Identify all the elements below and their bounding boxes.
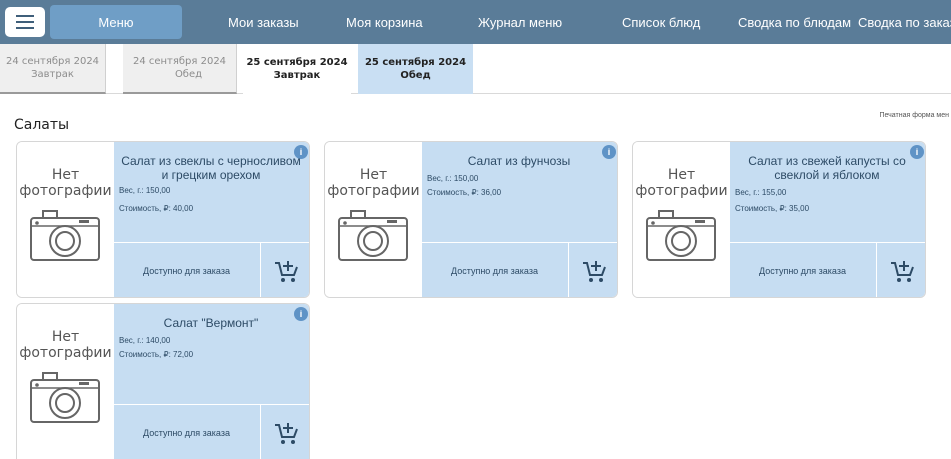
camera-icon [30,210,100,261]
hamburger-icon-line [16,27,34,29]
dish-price: Стоимость, ₽: 35,00 [735,204,810,213]
add-to-cart-button[interactable] [876,243,925,297]
add-to-cart-icon [275,423,298,444]
dish-card: Нет фотографии i Салат "Вермонт" Вес, г.… [16,303,310,459]
dish-photo-placeholder: Нет фотографии [17,142,114,297]
dish-name: Салат из свеклы с черносливом и грецким … [121,154,301,182]
no-photo-text: Нет фотографии [17,167,114,199]
dish-info: i Салат "Вермонт" Вес, г.: 140,00 Стоимо… [114,304,309,404]
camera-icon [646,210,716,261]
dish-footer: Доступно для заказа [422,243,617,297]
tab-date: 25 сентября 2024 [364,57,467,68]
dish-photo-placeholder: Нет фотографии [17,304,114,459]
tab-meal: Обед [400,70,431,81]
nav-item-dish-list[interactable]: Список блюд [622,0,700,44]
availability-status: Доступно для заказа [143,266,230,276]
dish-name: Салат "Вермонт" [163,316,259,330]
add-to-cart-icon [275,261,298,282]
dish-info: i Салат из свеклы с черносливом и грецки… [114,142,309,242]
tab-meal: Обед [174,69,203,80]
camera-icon [30,372,100,423]
tab-meal: Завтрак [31,69,74,80]
add-to-cart-button[interactable] [260,405,309,459]
add-to-cart-icon [583,261,606,282]
no-photo-line1: Нет [51,167,80,183]
dish-weight: Вес, г.: 150,00 [119,186,171,195]
no-photo-line1: Нет [667,167,696,183]
hamburger-icon-line [16,21,34,23]
nav-item-my-cart[interactable]: Моя корзина [346,0,423,44]
dish-card: Нет фотографии i Салат из свежей капусты… [632,141,926,298]
tab-date: 24 сентября 2024 [132,56,227,67]
dish-price: Стоимость, ₽: 72,00 [119,350,194,359]
no-photo-text: Нет фотографии [633,167,730,199]
no-photo-line2: фотографии [327,183,420,199]
dish-name: Салат из свежей капусты со свеклой и ябл… [748,154,906,182]
nav-item-order-summary[interactable]: Сводка по заказа [858,0,951,44]
nav-item-my-orders[interactable]: Мои заказы [228,0,299,44]
tab-24-sep-lunch[interactable]: 24 сентября 2024 Обед [123,44,237,94]
add-to-cart-icon [891,261,914,282]
hamburger-icon [16,15,34,17]
no-photo-text: Нет фотографии [325,167,422,199]
nav-item-menu[interactable]: Меню [50,5,182,39]
no-photo-line2: фотографии [19,183,112,199]
add-to-cart-button[interactable] [260,243,309,297]
print-form-link[interactable]: Печатная форма мен [879,112,949,119]
dish-footer: Доступно для заказа [114,405,309,459]
tab-date: 24 сентября 2024 [5,56,100,67]
no-photo-line2: фотографии [635,183,728,199]
nav-item-dish-summary[interactable]: Сводка по блюдам [738,0,851,44]
dish-footer: Доступно для заказа [114,243,309,297]
nav-item-menu-journal[interactable]: Журнал меню [478,0,562,44]
dish-footer: Доступно для заказа [730,243,925,297]
tab-24-sep-breakfast[interactable]: 24 сентября 2024 Завтрак [0,44,106,94]
dish-weight: Вес, г.: 140,00 [119,336,171,345]
dish-price: Стоимость, ₽: 40,00 [119,204,194,213]
dish-photo-placeholder: Нет фотографии [325,142,422,297]
top-navigation: Меню Мои заказы Моя корзина Журнал меню … [0,0,951,44]
section-title: Салаты [14,117,70,133]
hamburger-menu-button[interactable] [5,7,45,37]
dish-card: Нет фотографии i Салат из свеклы с черно… [16,141,310,298]
dish-photo-placeholder: Нет фотографии [633,142,730,297]
tab-date: 25 сентября 2024 [246,57,348,68]
tab-25-sep-breakfast[interactable]: 25 сентября 2024 Завтрак [243,44,351,94]
availability-status: Доступно для заказа [759,266,846,276]
no-photo-line2: фотографии [19,345,112,361]
availability-status: Доступно для заказа [143,428,230,438]
dish-info: i Салат из свежей капусты со свеклой и я… [730,142,925,242]
no-photo-text: Нет фотографии [17,329,114,361]
dish-weight: Вес, г.: 155,00 [735,188,787,197]
dish-card: Нет фотографии i Салат из фунчозы Вес, г… [324,141,618,298]
tab-25-sep-lunch[interactable]: 25 сентября 2024 Обед [358,44,473,94]
dish-price: Стоимость, ₽: 36,00 [427,188,502,197]
dish-weight: Вес, г.: 150,00 [427,174,479,183]
dish-name: Салат из фунчозы [467,154,571,168]
availability-status: Доступно для заказа [451,266,538,276]
date-tabs: 24 сентября 2024 Завтрак 24 сентября 202… [0,44,951,94]
tab-meal: Завтрак [273,70,321,81]
dish-info: i Салат из фунчозы Вес, г.: 150,00 Стоим… [422,142,617,242]
no-photo-line1: Нет [359,167,388,183]
camera-icon [338,210,408,261]
add-to-cart-button[interactable] [568,243,617,297]
no-photo-line1: Нет [51,329,80,345]
